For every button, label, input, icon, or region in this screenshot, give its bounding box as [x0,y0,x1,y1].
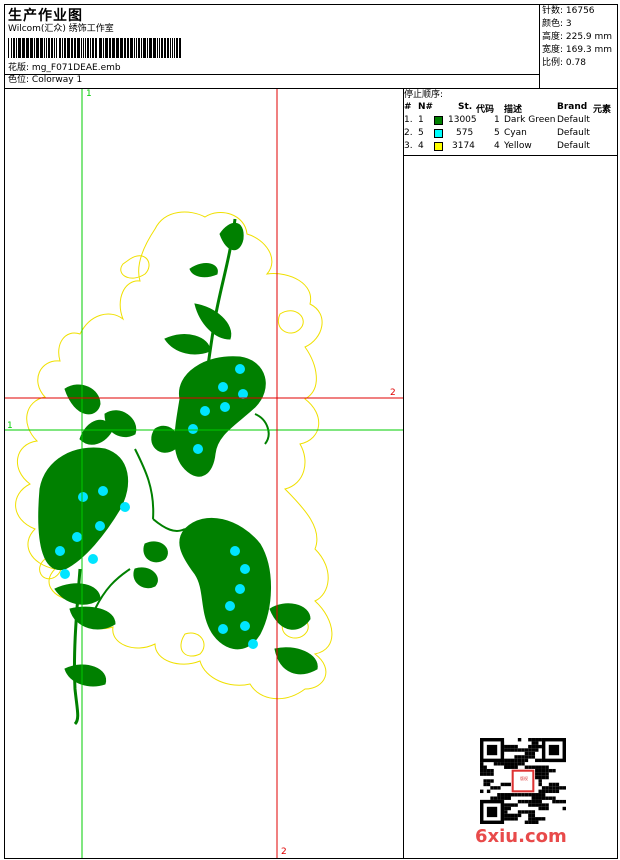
stop-sequence-header: # N# St. 代码 描述 Brand 元素 [404,102,618,115]
row-stitches: 13005 [448,115,477,125]
stop-row: 1. 1 13005 1 Dark Green Default [404,115,618,127]
guide-label-red-bottom: 2 [281,847,287,857]
stat-stitches: 针数: 16756 [542,6,595,16]
design-file-row: 花版: mg_F071DEAE.emb [8,63,121,74]
design-file-label: 花版: [8,63,30,73]
row-stitches: 575 [456,128,474,138]
row-needle: 5 [418,128,424,138]
sheet-title: 生产作业图 [8,8,83,24]
col-code: 代码 [476,105,495,115]
col-brand: Brand [557,102,588,112]
row-needle: 4 [418,141,424,151]
qr-stamp: 版权 [520,776,528,781]
header-sep-1 [4,74,540,75]
stop-row: 3. 4 3174 4 Yellow Default [404,141,618,153]
col-description: 描述 [504,105,523,115]
col-index: # [404,102,412,112]
row-code: 1 [494,115,500,125]
embroidery-preview [5,89,403,858]
stop-sequence-title: 停止顺序: [404,90,444,100]
design-file-name: mg_F071DEAE.emb [31,63,121,73]
stat-height: 高度: 225.9 mm [542,32,613,42]
color-swatch-yellow [434,142,443,151]
col-element: 元素 [593,105,612,115]
guide-label-green-top: 1 [86,89,92,99]
stop-row: 2. 5 575 5 Cyan Default [404,128,618,140]
col-needle: N# [418,102,434,112]
row-brand: Default [557,128,590,138]
row-code: 5 [494,128,500,138]
colorway-name: Colorway 1 [31,75,83,85]
colorway-label: 色位: [8,75,30,85]
row-index: 3. [404,141,413,151]
row-description: Cyan [504,128,527,138]
color-swatch-cyan [434,129,443,138]
row-needle: 1 [418,115,424,125]
color-swatch-dark-green [434,116,443,125]
guide-label-green-left: 1 [7,421,13,431]
row-description: Dark Green [504,115,556,125]
colorway-row: 色位: Colorway 1 [8,75,82,86]
row-stitches: 3174 [452,141,475,151]
row-index: 2. [404,128,413,138]
qr-code [480,738,566,824]
stat-width: 宽度: 169.3 mm [542,45,613,55]
barcode [8,38,181,58]
site-watermark: 6xiu.com [475,826,567,847]
stats-divider [539,4,540,88]
stat-colors: 颜色: 3 [542,19,572,29]
row-brand: Default [557,141,590,151]
green-motif [38,218,318,726]
row-code: 4 [494,141,500,151]
guide-label-red-right: 2 [390,388,396,398]
col-stitches: St. [458,102,473,112]
table-bottom-line [403,155,618,156]
stat-scale: 比例: 0.78 [542,58,586,68]
panel-divider [403,88,404,859]
row-index: 1. [404,115,413,125]
row-brand: Default [557,115,590,125]
row-description: Yellow [504,141,532,151]
stats-panel: 针数: 16756 颜色: 3 高度: 225.9 mm 宽度: 169.3 m… [542,5,612,70]
company-name: Wilcom(汇众) 绣饰工作室 [8,24,114,34]
